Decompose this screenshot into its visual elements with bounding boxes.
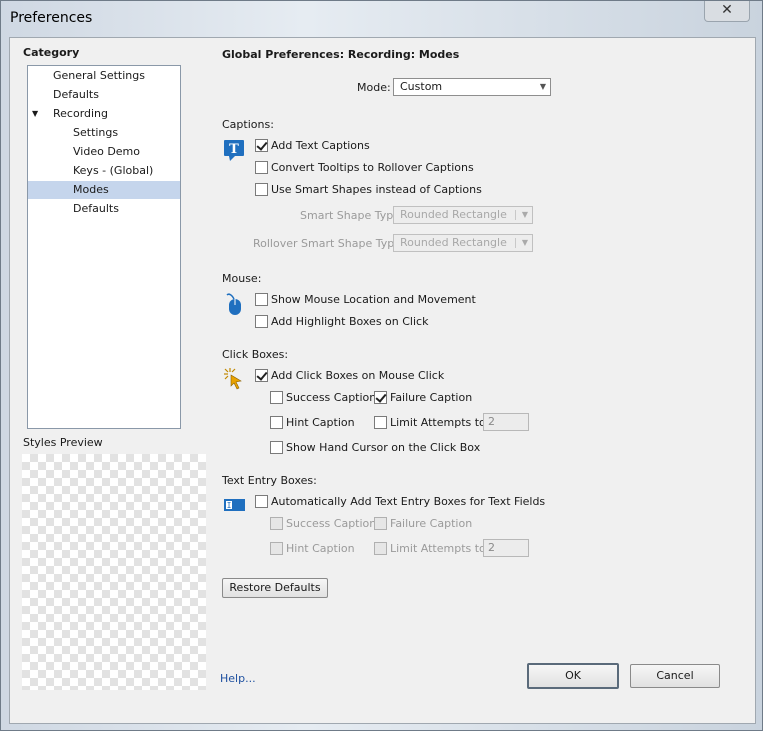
- click-failure-caption-label: Failure Caption: [390, 391, 473, 404]
- add-highlight-boxes-label: Add Highlight Boxes on Click: [271, 315, 429, 328]
- show-mouse-location-checkbox[interactable]: [255, 293, 268, 306]
- tree-item-label: General Settings: [53, 69, 145, 82]
- click-box-icon: [224, 368, 242, 390]
- use-smart-shapes-label: Use Smart Shapes instead of Captions: [271, 183, 482, 196]
- captions-heading: Captions:: [222, 118, 274, 131]
- text-limit-attempts-checkbox[interactable]: [374, 542, 387, 555]
- text-entry-boxes-heading: Text Entry Boxes:: [222, 474, 317, 487]
- preferences-dialog: Preferences ✕ Category General Settings …: [0, 0, 763, 731]
- select-separator: [515, 238, 516, 248]
- tree-item-modes[interactable]: Modes: [28, 181, 180, 199]
- text-success-caption-label: Success Caption: [286, 517, 377, 530]
- tree-item-label: Modes: [73, 183, 109, 196]
- rollover-smart-shape-type-label: Rollover Smart Shape Type: [253, 237, 401, 250]
- click-hint-caption-checkbox[interactable]: [270, 416, 283, 429]
- add-text-captions-checkbox[interactable]: [255, 139, 268, 152]
- expand-arrow-icon[interactable]: ▼: [32, 105, 38, 123]
- help-link[interactable]: Help...: [220, 672, 256, 685]
- category-heading: Category: [23, 46, 80, 59]
- add-click-boxes-checkbox[interactable]: [255, 369, 268, 382]
- ok-button[interactable]: OK: [527, 663, 619, 689]
- smart-shape-type-value: Rounded Rectangle: [400, 208, 507, 221]
- tree-item-general-settings[interactable]: General Settings: [28, 67, 180, 85]
- svg-text:T: T: [229, 142, 239, 157]
- tree-item-label: Recording: [53, 107, 109, 120]
- mode-value: Custom: [400, 80, 443, 93]
- tree-item-keys-global[interactable]: Keys - (Global): [28, 162, 180, 180]
- add-click-boxes-label: Add Click Boxes on Mouse Click: [271, 369, 445, 382]
- styles-preview-label: Styles Preview: [23, 436, 103, 449]
- click-success-caption-label: Success Caption: [286, 391, 377, 404]
- click-limit-attempts-checkbox[interactable]: [374, 416, 387, 429]
- show-hand-cursor-checkbox[interactable]: [270, 441, 283, 454]
- category-tree[interactable]: General Settings Defaults ▼ Recording Se…: [27, 65, 181, 429]
- select-separator: [515, 210, 516, 220]
- add-text-captions-label: Add Text Captions: [271, 139, 370, 152]
- mode-label: Mode:: [357, 81, 391, 94]
- tree-item-settings[interactable]: Settings: [28, 124, 180, 142]
- tree-item-label: Video Demo: [73, 145, 140, 158]
- svg-text:I: I: [227, 501, 232, 510]
- add-highlight-boxes-checkbox[interactable]: [255, 315, 268, 328]
- dialog-body: Category General Settings Defaults ▼ Rec…: [9, 37, 756, 724]
- click-limit-attempts-label: Limit Attempts to: [390, 416, 486, 429]
- click-hint-caption-label: Hint Caption: [286, 416, 355, 429]
- click-limit-attempts-input[interactable]: 2: [483, 413, 529, 431]
- tree-item-label: Defaults: [53, 88, 99, 101]
- rollover-smart-shape-type-select[interactable]: Rounded Rectangle ▼: [393, 234, 533, 252]
- text-hint-caption-label: Hint Caption: [286, 542, 355, 555]
- window-title: Preferences: [10, 10, 93, 26]
- mouse-icon: [226, 293, 241, 315]
- chevron-down-icon: ▼: [539, 82, 546, 91]
- tree-item-label: Settings: [73, 126, 119, 139]
- tree-item-recording-defaults[interactable]: Defaults: [28, 200, 180, 218]
- title-bar: Preferences ✕: [1, 1, 762, 35]
- tree-item-defaults[interactable]: Defaults: [28, 86, 180, 104]
- text-limit-attempts-input[interactable]: 2: [483, 539, 529, 557]
- tree-item-label: Defaults: [73, 202, 119, 215]
- rollover-smart-shape-type-value: Rounded Rectangle: [400, 236, 507, 249]
- show-hand-cursor-label: Show Hand Cursor on the Click Box: [286, 441, 481, 454]
- click-success-caption-checkbox[interactable]: [270, 391, 283, 404]
- styles-preview: [22, 454, 206, 690]
- restore-defaults-button[interactable]: Restore Defaults: [222, 578, 328, 598]
- text-limit-attempts-label: Limit Attempts to: [390, 542, 486, 555]
- auto-add-text-entry-label: Automatically Add Text Entry Boxes for T…: [271, 495, 546, 508]
- close-button[interactable]: ✕: [704, 1, 750, 22]
- text-success-caption-checkbox[interactable]: [270, 517, 283, 530]
- convert-tooltips-label: Convert Tooltips to Rollover Captions: [271, 161, 474, 174]
- mode-select[interactable]: Custom ▼: [393, 78, 551, 96]
- cancel-button[interactable]: Cancel: [630, 664, 720, 688]
- tree-item-video-demo[interactable]: Video Demo: [28, 143, 180, 161]
- click-boxes-heading: Click Boxes:: [222, 348, 289, 361]
- convert-tooltips-checkbox[interactable]: [255, 161, 268, 174]
- smart-shape-type-label: Smart Shape Type: [300, 209, 400, 222]
- text-hint-caption-checkbox[interactable]: [270, 542, 283, 555]
- tree-item-label: Keys - (Global): [73, 164, 154, 177]
- smart-shape-type-select[interactable]: Rounded Rectangle ▼: [393, 206, 533, 224]
- text-failure-caption-checkbox[interactable]: [374, 517, 387, 530]
- page-title: Global Preferences: Recording: Modes: [222, 48, 460, 61]
- text-entry-box-icon: I: [224, 499, 245, 511]
- chevron-down-icon: ▼: [521, 238, 528, 247]
- tree-item-recording[interactable]: ▼ Recording: [28, 105, 180, 123]
- show-mouse-location-label: Show Mouse Location and Movement: [271, 293, 476, 306]
- mouse-heading: Mouse:: [222, 272, 262, 285]
- click-failure-caption-checkbox[interactable]: [374, 391, 387, 404]
- use-smart-shapes-checkbox[interactable]: [255, 183, 268, 196]
- chevron-down-icon: ▼: [521, 210, 528, 219]
- auto-add-text-entry-checkbox[interactable]: [255, 495, 268, 508]
- text-failure-caption-label: Failure Caption: [390, 517, 473, 530]
- text-caption-icon: T: [224, 140, 244, 161]
